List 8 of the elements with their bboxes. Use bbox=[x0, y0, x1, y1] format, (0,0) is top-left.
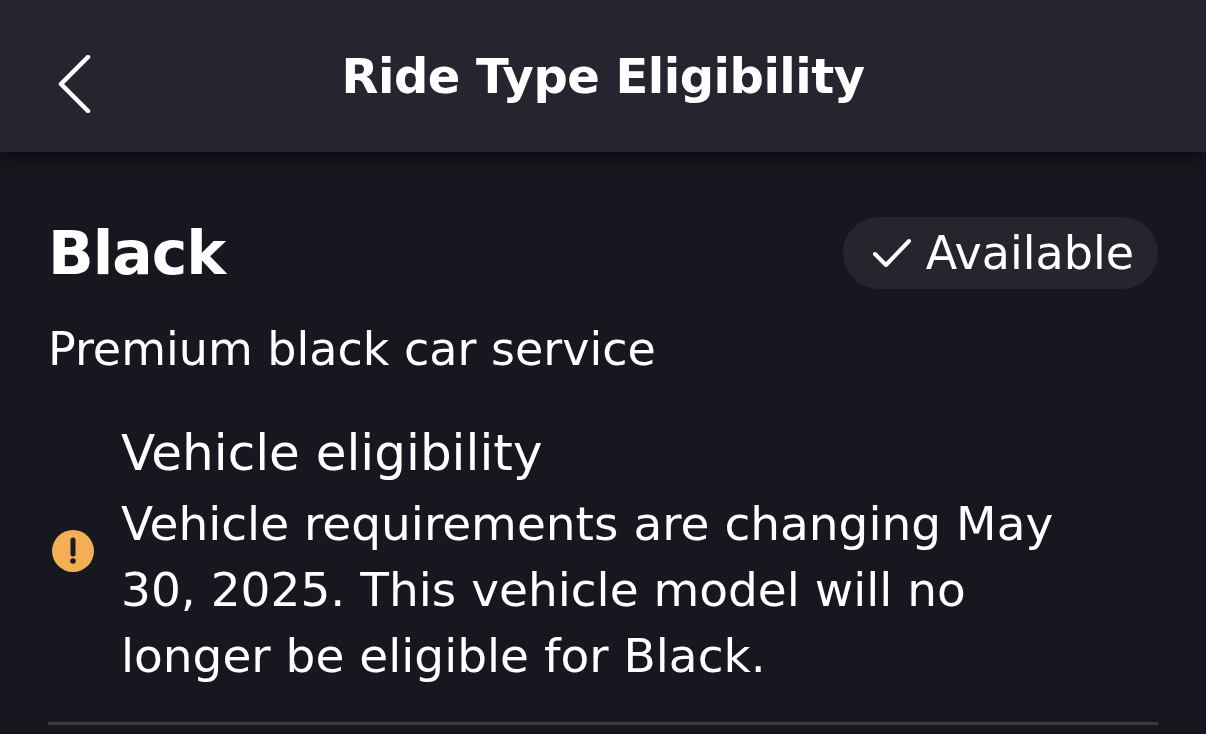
status-label: Available bbox=[925, 230, 1134, 276]
back-chevron-icon bbox=[57, 55, 91, 113]
ride-type-name: Black bbox=[48, 223, 226, 283]
checkmark-icon bbox=[871, 238, 912, 268]
notice-message: Vehicle requirements are changing May 30, 2025. This vehicle model will no longer be eligible for Black. bbox=[121, 495, 1055, 685]
ride-type-description: Premium black car service bbox=[48, 321, 657, 377]
warning-icon bbox=[52, 530, 94, 572]
notice-title: Vehicle eligibility bbox=[121, 425, 544, 481]
